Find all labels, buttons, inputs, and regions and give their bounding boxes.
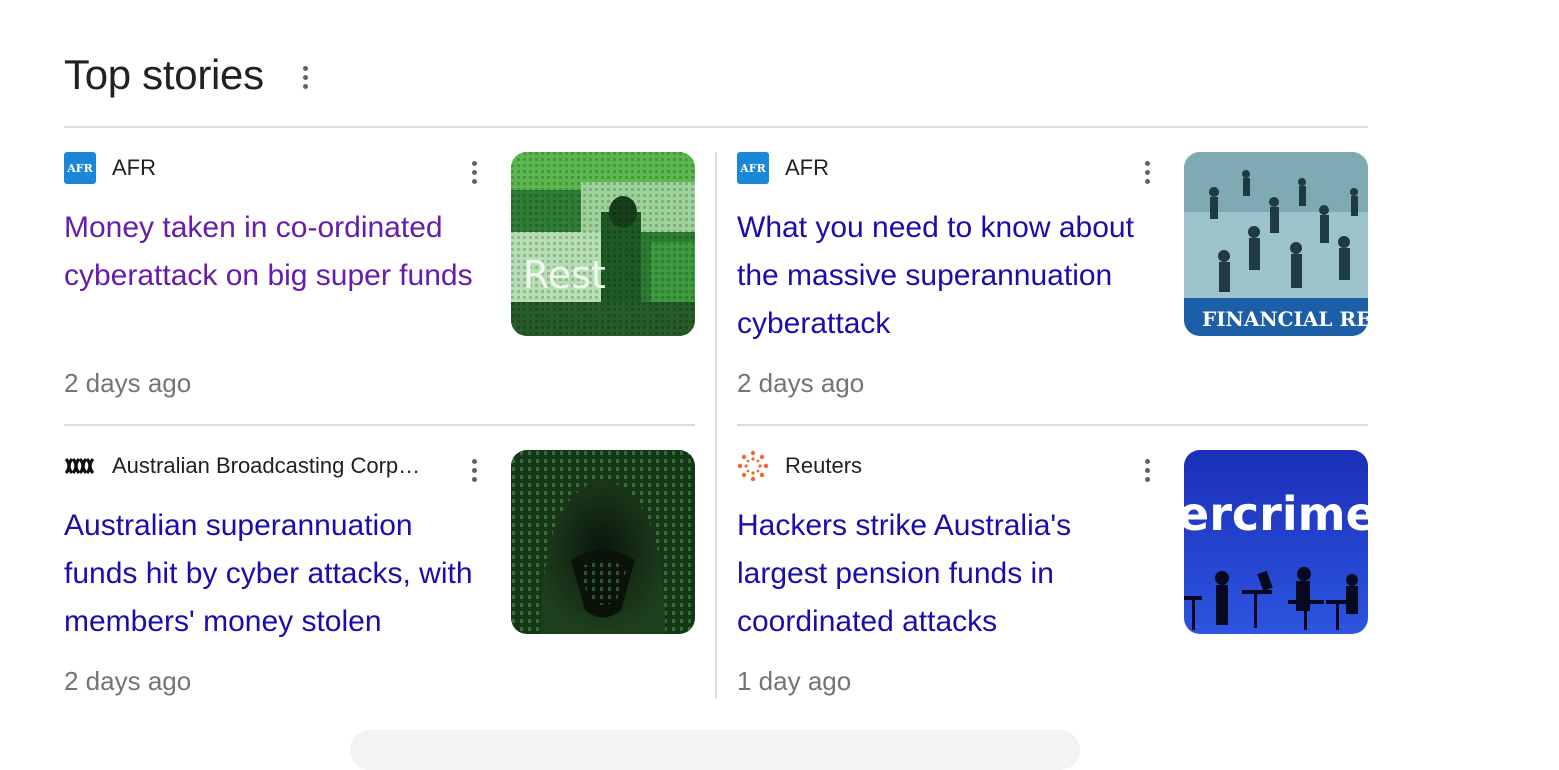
- story-headline[interactable]: Hackers strike Australia's largest pensi…: [737, 502, 1157, 646]
- abc-logo-icon: [64, 450, 96, 482]
- source-line[interactable]: AFR AFR: [64, 152, 156, 184]
- story-card[interactable]: AFR AFR Money taken in co-ordinated cybe…: [64, 152, 695, 414]
- source-line[interactable]: Australian Broadcasting Corp…: [64, 450, 420, 482]
- source-name: AFR: [785, 155, 829, 180]
- column-divider: [715, 152, 717, 698]
- source-name: Reuters: [785, 453, 863, 478]
- more-news-button[interactable]: [350, 730, 1080, 770]
- source-name: Australian Broadcasting Corp…: [112, 453, 421, 478]
- more-options-icon[interactable]: [292, 57, 320, 97]
- afr-logo-icon: AFR: [64, 152, 96, 184]
- reuters-logo-icon: [737, 450, 769, 482]
- story-thumbnail[interactable]: FINANCIAL REVIE: [1184, 152, 1368, 336]
- story-headline[interactable]: Australian superannuation funds hit by c…: [64, 502, 494, 646]
- story-thumbnail[interactable]: Rest: [511, 152, 695, 336]
- source-line[interactable]: Reuters: [737, 450, 862, 482]
- svg-text:FINANCIAL REVIE: FINANCIAL REVIE: [1202, 307, 1368, 331]
- story-card[interactable]: Australian Broadcasting Corp… Australian…: [64, 450, 695, 712]
- svg-text:ercrime: ercrime: [1184, 487, 1368, 541]
- story-more-options-icon[interactable]: [460, 450, 488, 490]
- story-more-options-icon[interactable]: [460, 152, 488, 192]
- story-thumbnail[interactable]: ercrime: [1184, 450, 1368, 634]
- row-divider-left: [64, 424, 695, 426]
- top-divider: [64, 126, 1368, 128]
- svg-text:Rest: Rest: [523, 253, 606, 297]
- story-card[interactable]: AFR AFR What you need to know about the …: [737, 152, 1368, 414]
- source-line[interactable]: AFR AFR: [737, 152, 829, 184]
- top-stories-header: Top stories: [64, 48, 320, 102]
- story-time: 2 days ago: [737, 368, 865, 398]
- story-headline[interactable]: What you need to know about the massive …: [737, 204, 1157, 348]
- story-time: 2 days ago: [64, 368, 192, 398]
- afr-logo-icon: AFR: [737, 152, 769, 184]
- row-divider-right: [737, 424, 1368, 426]
- story-more-options-icon[interactable]: [1133, 152, 1161, 192]
- story-time: 2 days ago: [64, 666, 192, 696]
- story-time: 1 day ago: [737, 666, 852, 696]
- story-card[interactable]: Reuters Hackers strike Australia's large…: [737, 450, 1368, 712]
- story-headline[interactable]: Money taken in co-ordinated cyberattack …: [64, 204, 484, 300]
- story-more-options-icon[interactable]: [1133, 450, 1161, 490]
- story-thumbnail[interactable]: [511, 450, 695, 634]
- source-name: AFR: [112, 155, 156, 180]
- section-title: Top stories: [64, 51, 264, 98]
